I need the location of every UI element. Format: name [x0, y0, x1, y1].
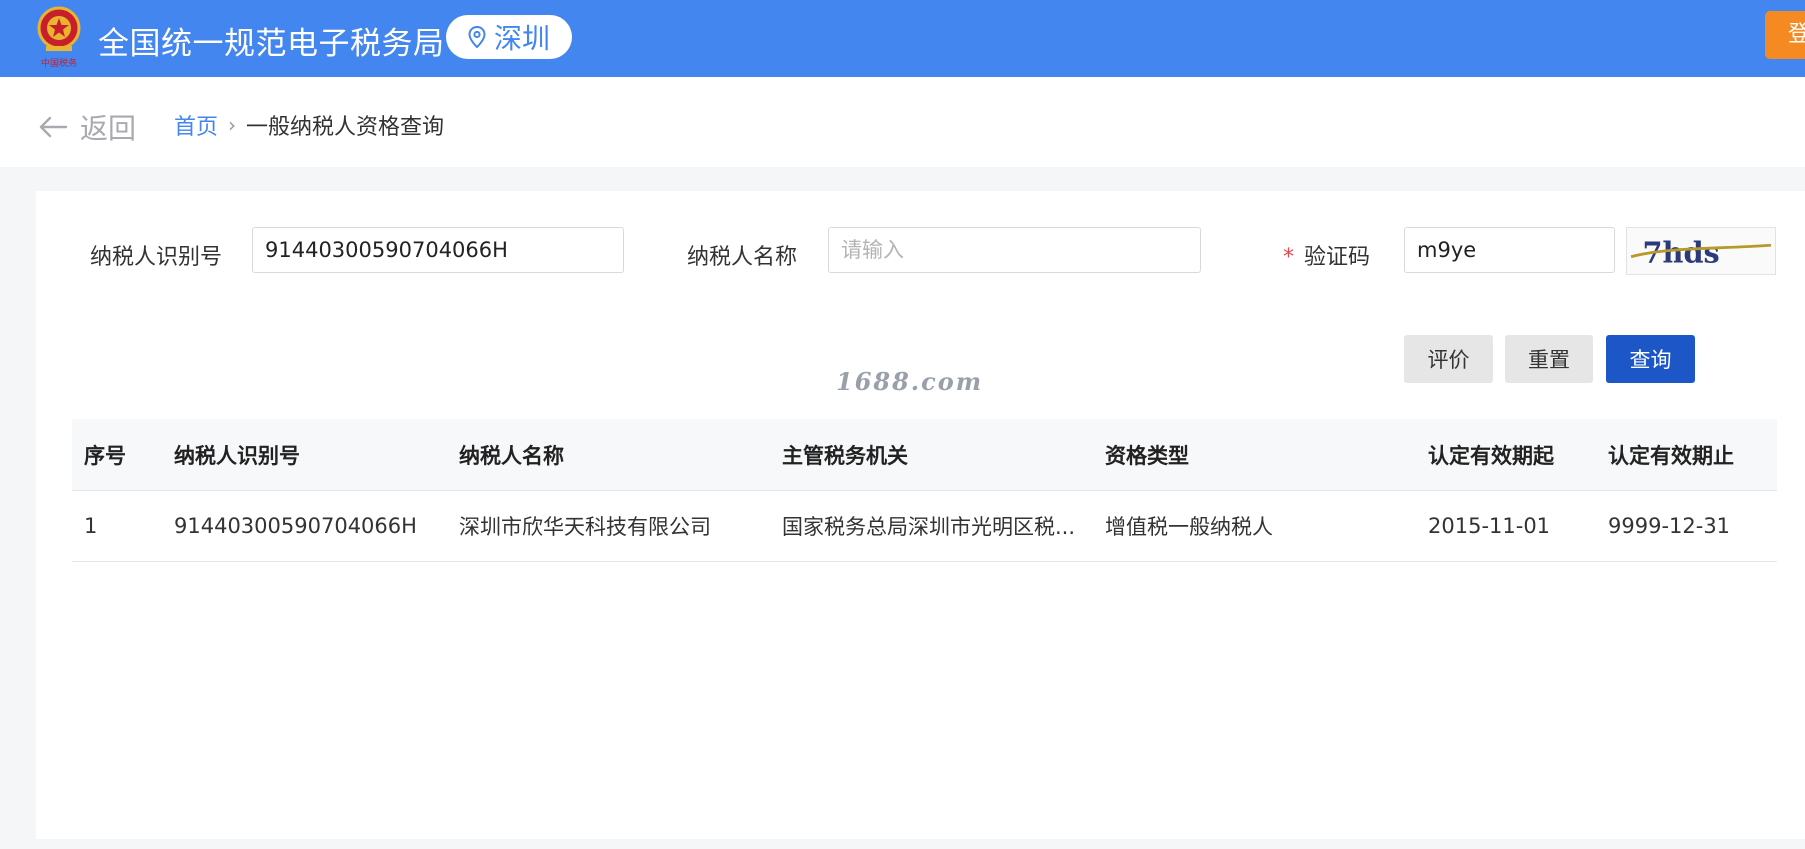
watermark: 1688.com [836, 367, 984, 396]
captcha-input[interactable] [1404, 227, 1615, 273]
taxpayer-id-input[interactable] [252, 227, 624, 273]
location-pin-icon [468, 26, 486, 48]
header-taxpayer-id: 纳税人识别号 [174, 443, 300, 468]
table-header: 序号 纳税人识别号 纳税人名称 主管税务机关 资格类型 认定有效期起 认定有效期… [72, 419, 1777, 491]
back-button[interactable]: 返回 [38, 107, 136, 147]
back-label: 返回 [80, 112, 137, 145]
cell-index: 1 [84, 514, 98, 538]
captcha-label: * 验证码 [1283, 239, 1370, 271]
query-card: 纳税人识别号 纳税人名称 * 验证码 7hds 评价 重置 查询 1688.com… [36, 191, 1805, 839]
cell-taxpayer-name: 深圳市欣华天科技有限公司 [459, 515, 711, 539]
captcha-label-text: 验证码 [1304, 245, 1371, 270]
table-row: 1 91440300590704066H 深圳市欣华天科技有限公司 国家税务总局… [72, 491, 1777, 562]
results-table: 序号 纳税人识别号 纳税人名称 主管税务机关 资格类型 认定有效期起 认定有效期… [72, 419, 1777, 562]
taxpayer-name-input[interactable] [828, 227, 1201, 273]
region-selector[interactable]: 深圳 [446, 15, 572, 59]
header-taxpayer-name: 纳税人名称 [459, 443, 564, 468]
breadcrumb-current: 一般纳税人资格查询 [246, 115, 445, 140]
cell-valid-from: 2015-11-01 [1428, 514, 1551, 538]
cell-qualification-type: 增值税一般纳税人 [1105, 515, 1273, 539]
captcha-image[interactable]: 7hds [1626, 227, 1776, 275]
taxpayer-name-label: 纳税人名称 [687, 245, 798, 270]
cell-taxpayer-id: 91440300590704066H [174, 514, 417, 538]
login-button[interactable]: 登录 [1765, 11, 1805, 59]
evaluate-button[interactable]: 评价 [1404, 335, 1493, 383]
breadcrumb-home-link[interactable]: 首页 [174, 109, 218, 141]
reset-button[interactable]: 重置 [1505, 335, 1593, 383]
taxpayer-id-label: 纳税人识别号 [90, 245, 223, 270]
header-valid-from: 认定有效期起 [1428, 443, 1554, 468]
header-index: 序号 [84, 443, 126, 468]
required-mark: * [1283, 245, 1294, 270]
header-qualification-type: 资格类型 [1105, 443, 1189, 468]
cell-tax-authority: 国家税务总局深圳市光明区税... [782, 515, 1076, 539]
query-button[interactable]: 查询 [1606, 335, 1695, 383]
region-name: 深圳 [493, 22, 550, 55]
breadcrumb: 首页 › 一般纳税人资格查询 [174, 109, 444, 141]
tax-emblem-icon: 中国税务 [37, 6, 81, 69]
header-tax-authority: 主管税务机关 [782, 443, 908, 468]
breadcrumb-bar: 返回 首页 › 一般纳税人资格查询 [0, 77, 1805, 167]
arrow-left-icon [39, 116, 68, 138]
chevron-right-icon: › [228, 113, 237, 137]
top-header: 中国税务 全国统一规范电子税务局 深圳 登录 [0, 0, 1805, 77]
cell-valid-to: 9999-12-31 [1608, 514, 1731, 538]
header-valid-to: 认定有效期止 [1608, 443, 1734, 468]
site-title: 全国统一规范电子税务局 [98, 26, 445, 62]
svg-text:中国税务: 中国税务 [41, 57, 77, 69]
